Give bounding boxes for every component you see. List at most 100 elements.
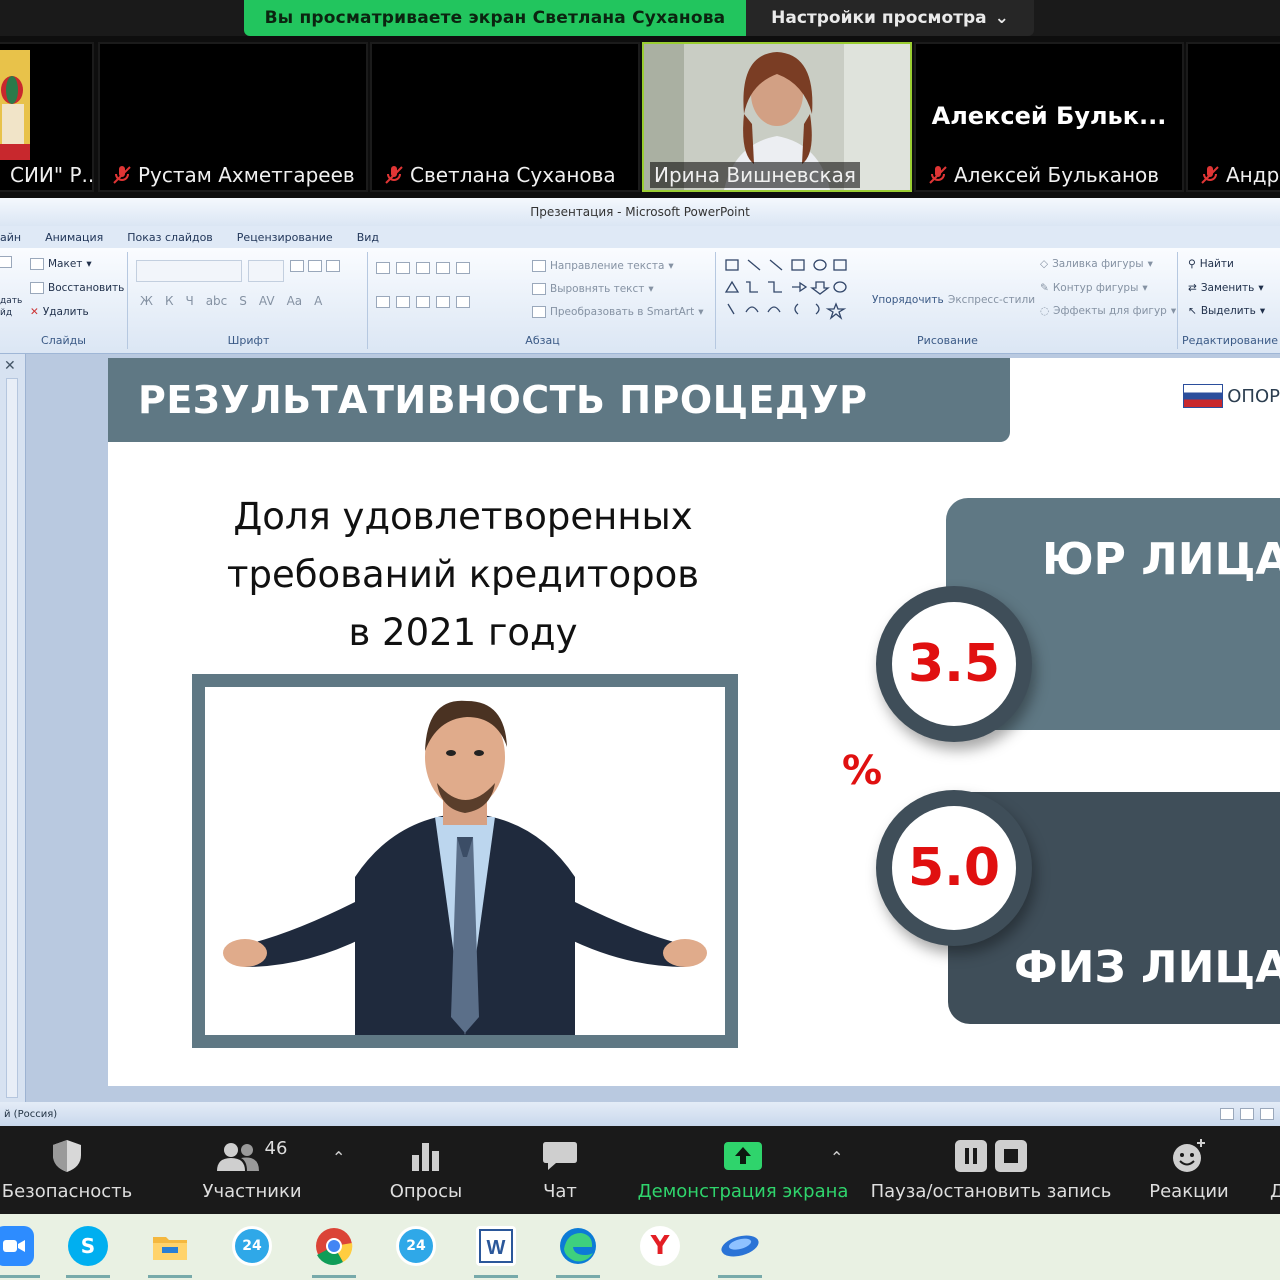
participant-name: Рустам Ахметгареев bbox=[106, 162, 359, 188]
participant-name: СИИ" Р... bbox=[6, 162, 92, 188]
chat-icon bbox=[543, 1141, 577, 1170]
underline-icon[interactable]: Ч bbox=[185, 294, 193, 308]
taskbar-active-indicator bbox=[312, 1275, 356, 1278]
taskbar-active-indicator bbox=[66, 1275, 110, 1278]
shrink-font-icon[interactable] bbox=[308, 260, 322, 272]
shape-effects-button[interactable]: ◌ Эффекты для фигур ▾ bbox=[1040, 305, 1176, 317]
align-center-icon[interactable] bbox=[396, 296, 410, 308]
align-right-icon[interactable] bbox=[416, 296, 430, 308]
convert-smartart-button[interactable]: Преобразовать в SmartArt ▾ bbox=[532, 306, 703, 318]
close-pane-icon[interactable]: ✕ bbox=[4, 358, 16, 374]
record-controls-button[interactable]: Пауза/остановить запись bbox=[866, 1126, 1116, 1214]
security-button[interactable]: Безопасность bbox=[0, 1126, 134, 1214]
sorter-view-icon[interactable] bbox=[1240, 1108, 1254, 1120]
ribbon-group-editing: ⚲ Найти ⇄ Заменить ▾ ↖ Выделить ▾ Редактирова… bbox=[1180, 252, 1280, 349]
reactions-label: Реакции bbox=[1149, 1180, 1229, 1202]
reactions-button[interactable]: Реакции bbox=[1142, 1126, 1236, 1214]
tab-view[interactable]: Вид bbox=[357, 231, 379, 244]
participant-tile[interactable]: СИИ" Р... bbox=[0, 42, 94, 192]
yandex-icon[interactable]: Y bbox=[640, 1226, 680, 1266]
increase-indent-icon[interactable] bbox=[436, 262, 450, 274]
layout-icon bbox=[30, 258, 44, 270]
skype-icon[interactable]: S bbox=[68, 1226, 108, 1266]
smiley-add-icon bbox=[1173, 1138, 1205, 1172]
chrome-icon[interactable] bbox=[314, 1226, 354, 1266]
shape-outline-button[interactable]: ✎ Контур фигуры ▾ bbox=[1040, 282, 1148, 294]
participant-tile-active-speaker[interactable]: Ирина Вишневская bbox=[642, 42, 912, 192]
align-text-button[interactable]: Выровнять текст ▾ bbox=[532, 283, 654, 295]
more-button[interactable]: Д bbox=[1262, 1126, 1280, 1214]
tab-slideshow[interactable]: Показ слайдов bbox=[127, 231, 213, 244]
file-explorer-icon[interactable] bbox=[150, 1226, 190, 1266]
legal-entities-value: 3.5 bbox=[892, 602, 1016, 726]
font-size-select[interactable] bbox=[248, 260, 284, 282]
participants-button[interactable]: 46 Участники bbox=[196, 1126, 308, 1214]
decrease-indent-icon[interactable] bbox=[416, 262, 430, 274]
line-spacing-icon[interactable] bbox=[456, 262, 470, 274]
layout-button[interactable]: Макет ▾ bbox=[30, 258, 92, 270]
bitrix24-icon[interactable]: 24 bbox=[232, 1226, 272, 1266]
spacing-icon[interactable]: AV bbox=[259, 294, 275, 308]
pane-scrollbar[interactable] bbox=[6, 378, 18, 1098]
participant-tile[interactable]: Рустам Ахметгареев bbox=[98, 42, 368, 192]
group-label: Слайды bbox=[41, 334, 86, 347]
share-screen-button[interactable]: Демонстрация экрана bbox=[636, 1126, 850, 1214]
font-family-select[interactable] bbox=[136, 260, 242, 282]
strike-icon[interactable]: abc bbox=[206, 294, 228, 308]
case-icon[interactable]: Aa bbox=[287, 294, 303, 308]
bitrix24-icon[interactable]: 24 bbox=[396, 1226, 436, 1266]
participant-tile[interactable]: Андре bbox=[1186, 42, 1280, 192]
reset-button[interactable]: Восстановить bbox=[30, 282, 124, 294]
tab-review[interactable]: Рецензирование bbox=[237, 231, 333, 244]
participant-name: Ирина Вишневская bbox=[650, 162, 860, 188]
taskbar-active-indicator bbox=[718, 1275, 762, 1278]
columns-icon[interactable] bbox=[456, 296, 470, 308]
share-caret-icon[interactable]: ⌃ bbox=[830, 1148, 843, 1167]
new-slide-label[interactable]: дать bbox=[0, 296, 22, 306]
text-direction-button[interactable]: Направление текста ▾ bbox=[532, 260, 674, 272]
clear-format-icon[interactable] bbox=[326, 260, 340, 272]
polls-button[interactable]: Опросы bbox=[376, 1126, 476, 1214]
replace-button[interactable]: ⇄ Заменить ▾ bbox=[1188, 282, 1264, 294]
effects-icon: ◌ bbox=[1040, 305, 1050, 317]
participants-count: 46 bbox=[264, 1138, 288, 1159]
select-button[interactable]: ↖ Выделить ▾ bbox=[1188, 305, 1265, 317]
grow-font-icon[interactable] bbox=[290, 260, 304, 272]
logo-text: ОПОР bbox=[1227, 385, 1280, 407]
arrange-button[interactable]: Упорядочить bbox=[872, 294, 944, 306]
record-label: Пауза/остановить запись bbox=[870, 1180, 1112, 1202]
bold-icon[interactable]: Ж bbox=[140, 294, 153, 308]
shapes-gallery-icon[interactable] bbox=[724, 256, 864, 320]
chevron-down-icon: ⌄ bbox=[994, 8, 1009, 28]
view-options-button[interactable]: Настройки просмотра ⌄ bbox=[746, 0, 1034, 36]
bullets-icon[interactable] bbox=[376, 262, 390, 274]
shadow-icon[interactable]: S bbox=[239, 294, 247, 308]
new-slide-icon[interactable] bbox=[0, 256, 12, 268]
justify-icon[interactable] bbox=[436, 296, 450, 308]
tab-design[interactable]: айн bbox=[0, 231, 21, 244]
align-left-icon[interactable] bbox=[376, 296, 390, 308]
group-label: Абзац bbox=[525, 334, 560, 347]
zoom-icon[interactable] bbox=[0, 1226, 34, 1266]
normal-view-icon[interactable] bbox=[1220, 1108, 1234, 1120]
tab-animation[interactable]: Анимация bbox=[45, 231, 103, 244]
opora-logo: ОПОР bbox=[1183, 384, 1280, 408]
word-icon[interactable]: W bbox=[476, 1226, 516, 1266]
shape-fill-button[interactable]: ◇ Заливка фигуры ▾ bbox=[1040, 258, 1153, 270]
delete-slide-button[interactable]: ✕ Удалить bbox=[30, 306, 89, 318]
photo-frame bbox=[192, 674, 738, 1048]
font-color-icon[interactable]: A bbox=[314, 294, 322, 308]
zoom-meetings-icon[interactable] bbox=[720, 1226, 760, 1266]
slide-thumbnail-pane: ✕ bbox=[0, 354, 26, 1102]
numbering-icon[interactable] bbox=[396, 262, 410, 274]
quick-styles-button[interactable]: Экспресс-стили bbox=[948, 294, 1035, 306]
italic-icon[interactable]: К bbox=[165, 294, 174, 308]
find-button[interactable]: ⚲ Найти bbox=[1188, 258, 1234, 270]
participant-tile[interactable]: Алексей Бульк... Алексей Бульканов bbox=[914, 42, 1184, 192]
participants-caret-icon[interactable]: ⌃ bbox=[332, 1148, 345, 1167]
slideshow-view-icon[interactable] bbox=[1260, 1108, 1274, 1120]
participant-tile[interactable]: Светлана Суханова bbox=[370, 42, 640, 192]
edge-icon[interactable] bbox=[558, 1226, 598, 1266]
pause-icon bbox=[955, 1139, 987, 1172]
chat-button[interactable]: Чат bbox=[512, 1126, 608, 1214]
